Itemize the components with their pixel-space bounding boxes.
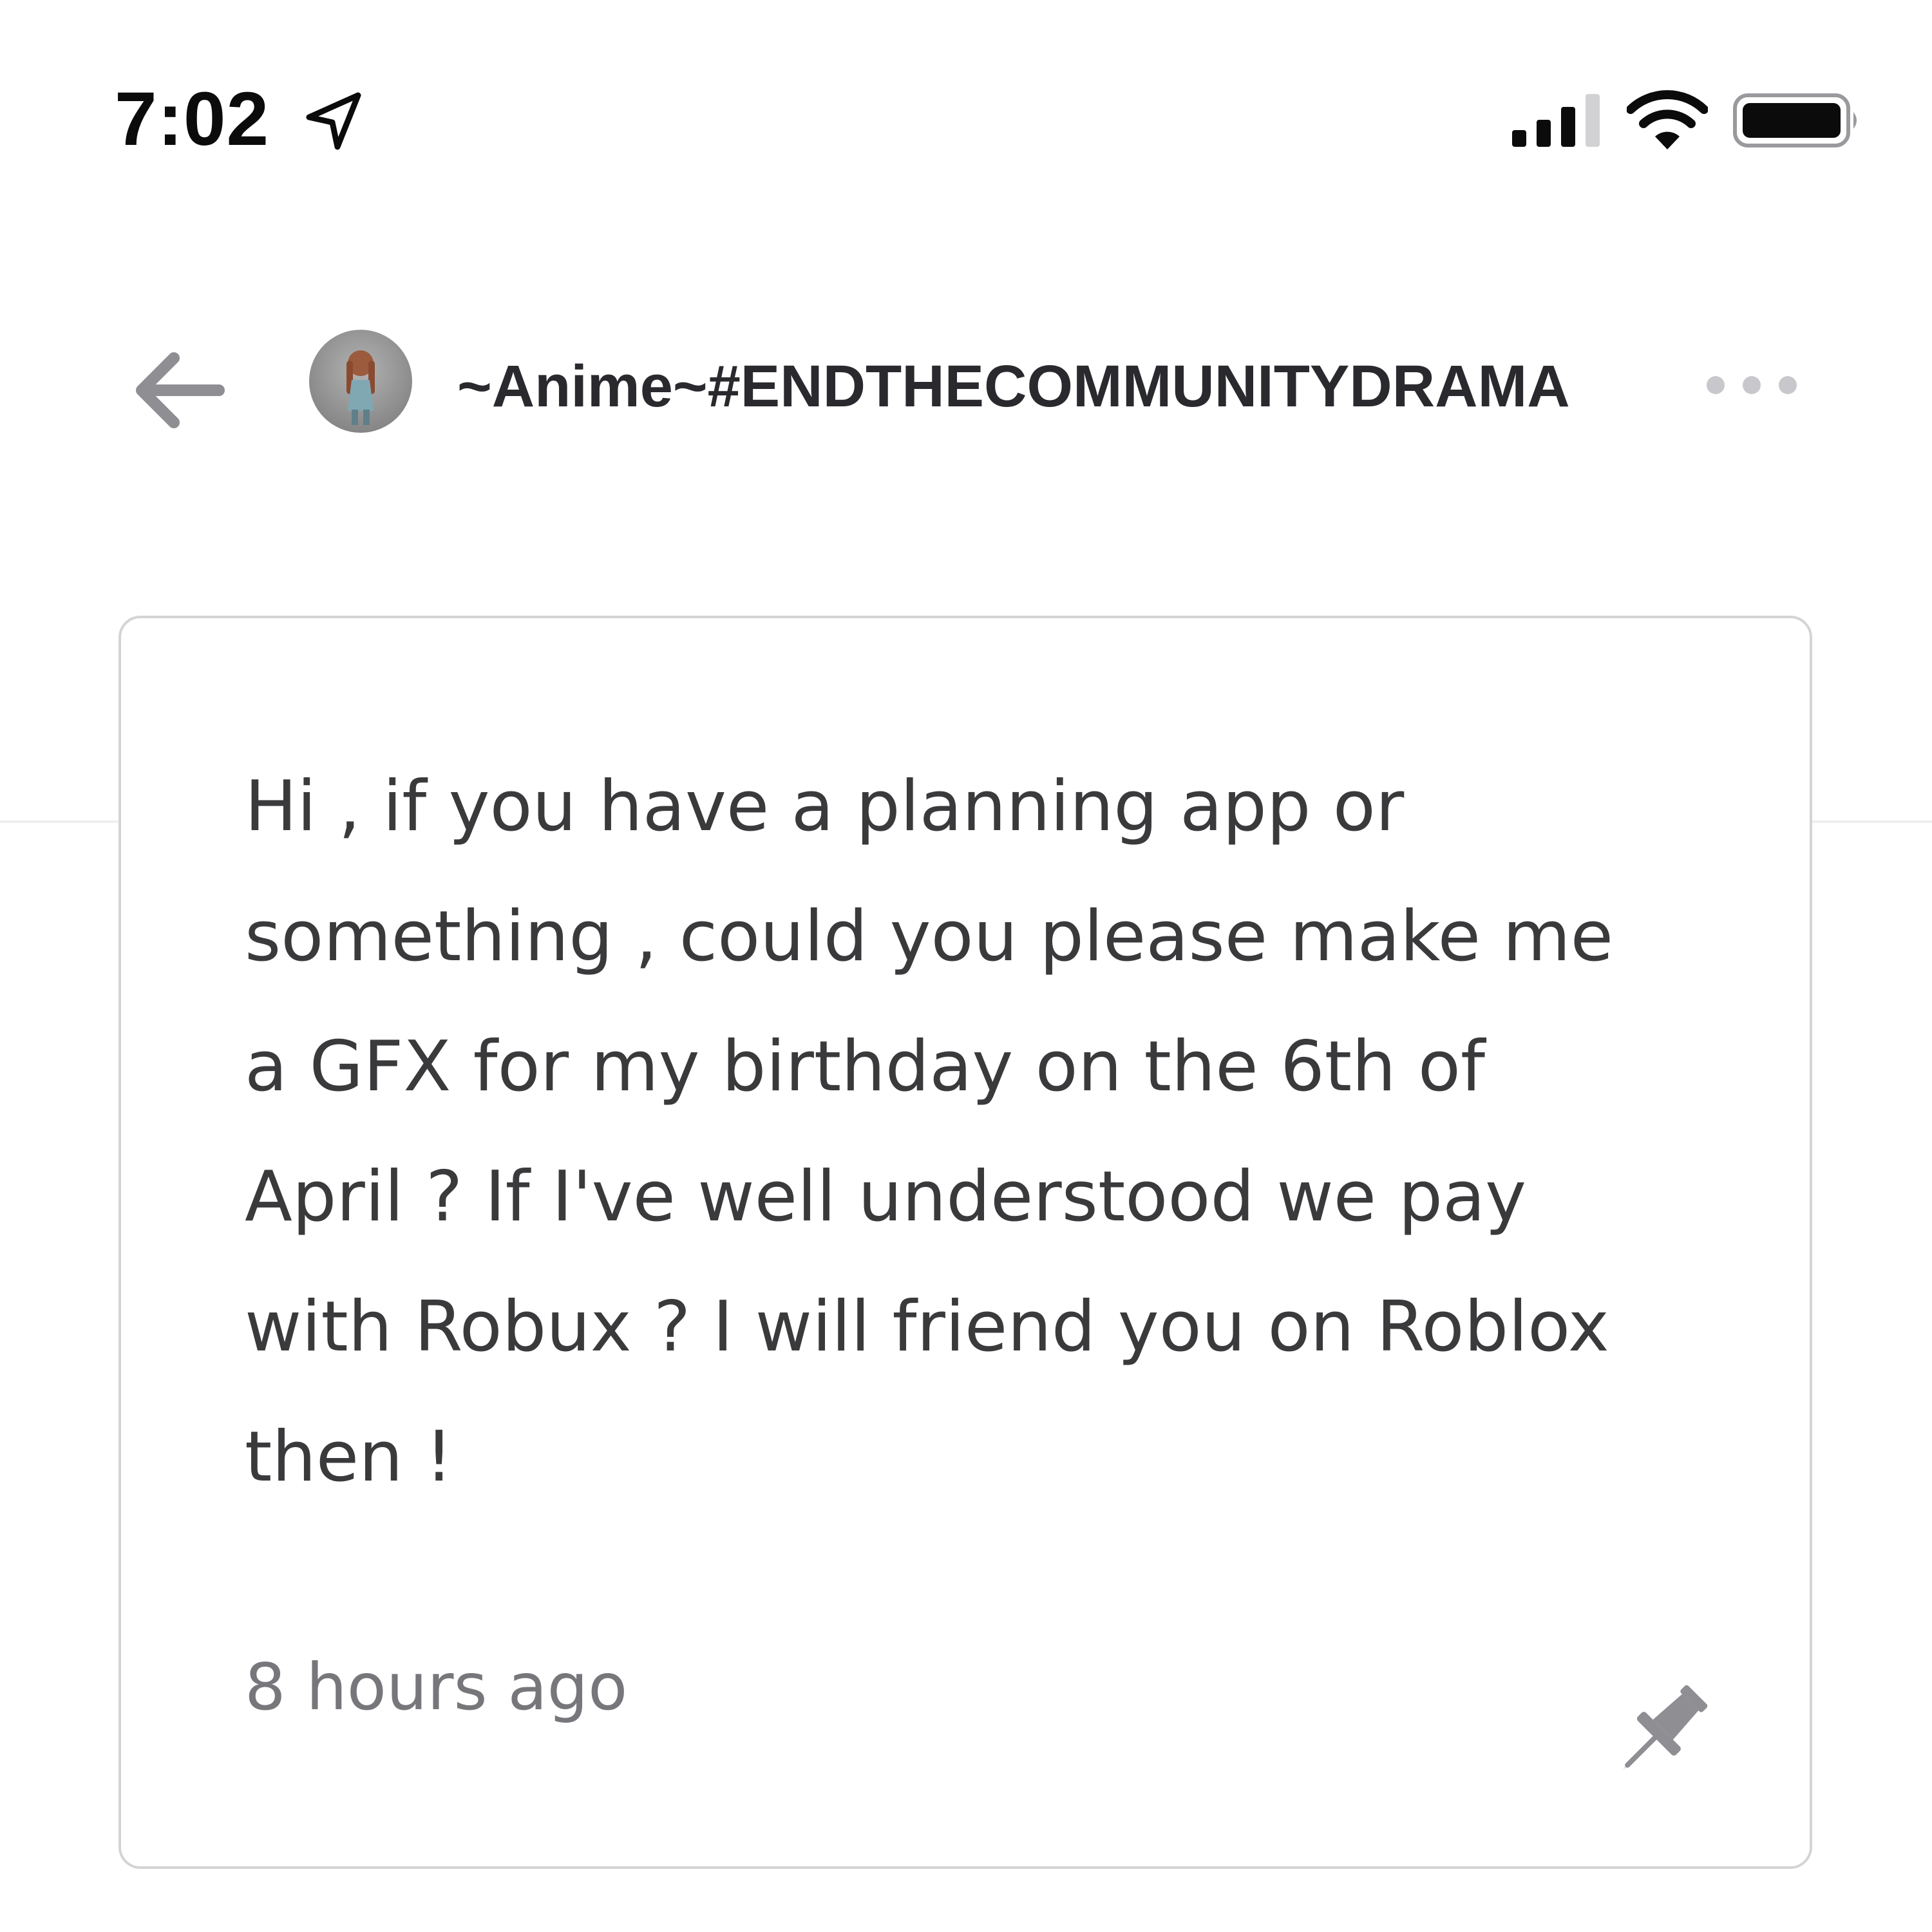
message-line: April ? If I've well understood we pay [245,1157,1527,1237]
ellipsis-icon [1707,376,1797,394]
arrow-left-icon [136,352,225,428]
location-arrow-icon [306,92,361,150]
chat-message-screen: 7:02 ~Anime~#ENDTHECOMMUNITYDRAMA Hi , i… [0,0,1932,1932]
avatar[interactable] [309,330,412,433]
pin-button[interactable] [1602,1674,1718,1790]
message-timestamp: 8 hours ago [245,1649,628,1725]
status-bar: 7:02 [0,0,1932,213]
more-options-button[interactable] [1700,366,1803,404]
message-body: Hi , if you have a planning app or somet… [245,742,1745,1522]
chat-title: ~Anime~#ENDTHECOMMUNITYDRAMA [457,354,1570,419]
message-card: Hi , if you have a planning app or somet… [118,616,1812,1869]
cellular-signal-icon [1512,94,1600,147]
message-line: something , could you please make me [245,896,1614,977]
message-line: with Robux ? I will friend you on Roblox [245,1287,1609,1367]
status-time: 7:02 [115,77,270,162]
message-line: then ! [245,1417,453,1497]
back-button[interactable] [129,339,232,442]
message-line: Hi , if you have a planning app or [245,766,1405,847]
battery-icon [1733,93,1857,147]
chat-header: ~Anime~#ENDTHECOMMUNITYDRAMA [0,283,1932,823]
pushpin-icon [1623,1685,1708,1770]
avatar-figure-icon [346,350,375,425]
message-line: a GFX for my birthday on the 6th of [245,1027,1486,1107]
wifi-icon [1627,90,1708,149]
